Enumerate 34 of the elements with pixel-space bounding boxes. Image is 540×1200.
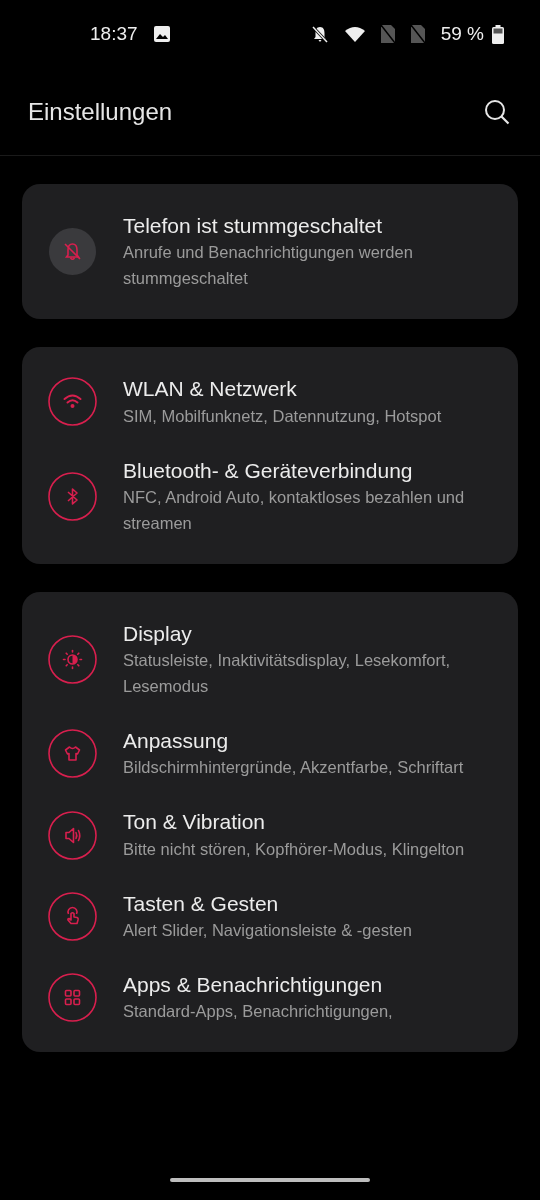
speaker-icon (48, 810, 97, 860)
setting-title[interactable]: Telefon ist stummgeschaltet (123, 212, 494, 240)
setting-title[interactable]: Display (123, 619, 494, 648)
setting-title[interactable]: Apps & Benachrichtigungen (123, 971, 393, 999)
setting-description: Alert Slider, Navigationsleiste & -gesten (123, 920, 412, 942)
setting-title[interactable]: Ton & Vibration (123, 808, 465, 836)
setting-title[interactable]: Tasten & Gesten (123, 889, 412, 918)
setting-title[interactable]: Bluetooth- & Geräteverbindung (123, 456, 494, 484)
bell-off-icon (48, 227, 97, 277)
setting-description: Statusleiste, Inaktivitätsdisplay, Lesekomfort, Lesemodus (123, 650, 452, 698)
battery-percentage: 59 % (440, 21, 484, 46)
setting-description: Bildschirmhintergründe, Akzentfarbe, Schriftart (123, 757, 464, 779)
setting-description: Standard-Apps, Benachrichtigungen, (123, 1001, 393, 1023)
clock: 18:37 (90, 21, 138, 46)
no-sim-icon (410, 25, 425, 43)
image-icon (153, 26, 170, 42)
battery-icon (492, 24, 504, 44)
setting-title[interactable]: WLAN & Netzwerk (123, 375, 442, 403)
grid-icon (48, 973, 97, 1023)
setting-description: SIM, Mobilfunknetz, Datennutzung, Hotspot (123, 405, 442, 427)
wifi-icon (48, 377, 97, 427)
no-sim-icon (380, 25, 395, 43)
setting-description: Anrufe und Benachrichtigungen werden stummgeschaltet (123, 242, 414, 290)
brightness-icon (48, 635, 97, 685)
touch-icon (48, 891, 97, 941)
bluetooth-icon (48, 471, 97, 521)
setting-description: Bitte nicht stören, Kopfhörer-Modus, Klingelton (123, 838, 465, 860)
setting-description: NFC, Android Auto, kontaktloses bezahlen und streamen (123, 486, 466, 534)
t-shirt-icon (48, 729, 97, 779)
setting-title[interactable]: Anpassung (123, 727, 464, 755)
wifi-icon (344, 26, 365, 42)
search-icon[interactable] (484, 98, 510, 125)
page-title: Einstellungen (28, 96, 173, 127)
bell-off-icon (310, 25, 329, 43)
